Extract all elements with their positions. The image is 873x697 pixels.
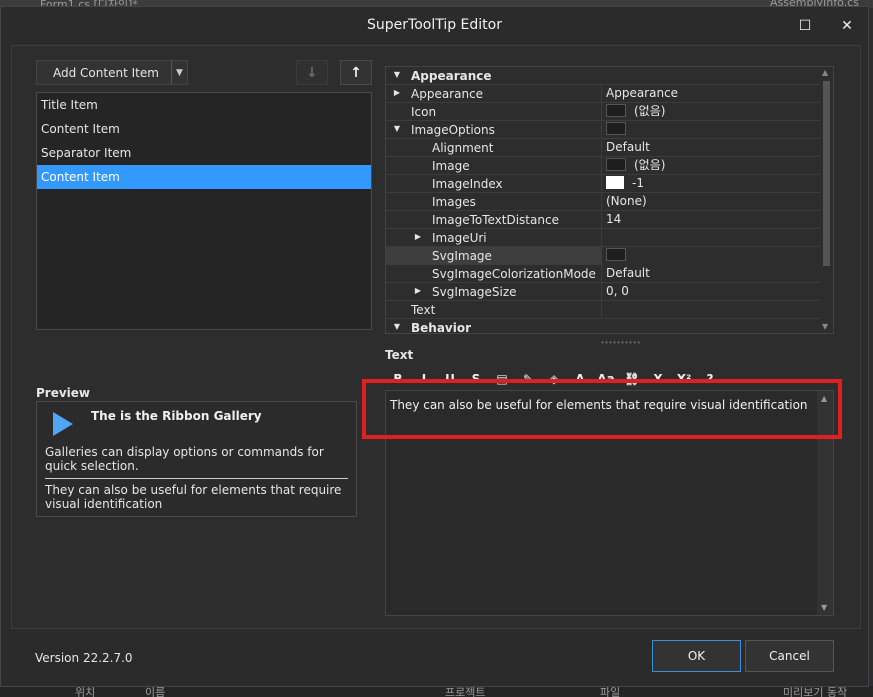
property-value[interactable]: Default	[601, 265, 821, 283]
property-row[interactable]: Alignment Default	[386, 139, 821, 157]
editor-content-panel: Add Content Item ▼ ↓ ↑ Title Item Content…	[11, 45, 861, 629]
property-grid-scrollbar[interactable]: ▲ ▼	[820, 67, 833, 333]
close-button[interactable]: ✕	[835, 15, 859, 37]
color-swatch	[606, 158, 626, 171]
preview-content: Galleries can display options or command…	[45, 445, 324, 473]
list-item[interactable]: Content Item	[37, 165, 371, 189]
color-swatch	[606, 104, 626, 117]
property-name: Appearance	[411, 69, 492, 83]
preview-separator	[45, 478, 348, 479]
property-value[interactable]: -1	[601, 175, 821, 193]
move-up-button[interactable]: ↑	[340, 60, 372, 85]
property-row[interactable]: ▶ SvgImageSize 0, 0	[386, 283, 821, 301]
property-row[interactable]: Image (없음)	[386, 157, 821, 175]
property-name: ImageIndex	[432, 177, 503, 191]
supertooltip-editor-dialog: SuperToolTip Editor ☐ ✕ Add Content Item…	[0, 6, 869, 687]
property-value-text: (None)	[606, 194, 647, 208]
collapse-icon[interactable]: ▼	[392, 322, 402, 331]
property-value[interactable]: Appearance	[601, 85, 821, 103]
list-item[interactable]: Content Item	[37, 117, 371, 141]
property-name: ImageOptions	[411, 123, 495, 137]
expand-icon[interactable]: ▶	[413, 232, 423, 241]
property-value[interactable]	[601, 121, 821, 139]
property-value[interactable]	[601, 301, 821, 319]
color-swatch	[606, 122, 626, 135]
property-name: ImageToTextDistance	[432, 213, 559, 227]
property-row[interactable]: ImageToTextDistance 14	[386, 211, 821, 229]
property-value-text: 0, 0	[606, 284, 629, 298]
property-value[interactable]: (없음)	[601, 157, 821, 175]
property-name: ImageUri	[432, 231, 487, 245]
property-row[interactable]: ▶ Appearance Appearance	[386, 85, 821, 103]
expand-icon[interactable]: ▶	[413, 286, 423, 295]
property-category-row[interactable]: ▼ Appearance	[386, 67, 821, 85]
property-row[interactable]: Images (None)	[386, 193, 821, 211]
scroll-down-icon[interactable]: ▼	[821, 603, 827, 612]
property-grid[interactable]: ▼ Appearance ▶ Appearance Appearance Icon (없음)…	[385, 66, 834, 334]
add-content-item-button[interactable]: Add Content Item ▼	[36, 60, 188, 85]
property-row[interactable]: ▼ ImageOptions	[386, 121, 821, 139]
ok-button[interactable]: OK	[652, 640, 741, 672]
property-value[interactable]: 14	[601, 211, 821, 229]
preview-content-2: They can also be useful for elements tha…	[45, 483, 342, 511]
color-swatch	[606, 248, 626, 261]
property-name: Text	[411, 303, 436, 317]
property-name: Alignment	[432, 141, 494, 155]
property-value[interactable]: Default	[601, 139, 821, 157]
ide-bottom-strip: 위치 이름 프로젝트 파일 미리보기 동작	[0, 686, 873, 697]
cancel-button[interactable]: Cancel	[745, 640, 834, 672]
property-value-text: Default	[606, 140, 650, 154]
tooltip-preview: The is the Ribbon Gallery Galleries can …	[36, 401, 357, 517]
preview-title: The is the Ribbon Gallery	[91, 409, 262, 423]
property-row[interactable]: ImageIndex -1	[386, 175, 821, 193]
property-value-text: Appearance	[606, 86, 679, 100]
text-section-label: Text	[385, 348, 414, 362]
property-name: Images	[432, 195, 476, 209]
title-bar[interactable]: SuperToolTip Editor ☐ ✕	[1, 7, 868, 43]
color-swatch	[606, 176, 624, 189]
dropdown-arrow-icon[interactable]: ▼	[172, 68, 187, 78]
play-icon	[53, 412, 73, 436]
scroll-down-icon[interactable]: ▼	[822, 322, 828, 331]
property-value-text: Default	[606, 266, 650, 280]
property-value-text: 14	[606, 212, 622, 226]
horizontal-splitter-grip[interactable]: ∙∙∙∙∙∙∙∙∙∙	[600, 338, 641, 347]
version-label: Version 22.2.7.0	[35, 651, 133, 665]
content-item-list[interactable]: Title Item Content Item Separator Item Cont…	[36, 92, 372, 330]
collapse-icon[interactable]: ▼	[392, 124, 402, 133]
property-value[interactable]: (없음)	[601, 103, 821, 121]
list-item[interactable]: Separator Item	[37, 141, 371, 165]
list-item[interactable]: Title Item	[37, 93, 371, 117]
property-value[interactable]	[601, 247, 821, 265]
property-row[interactable]: SvgImage	[386, 247, 821, 265]
property-name: Behavior	[411, 321, 472, 334]
property-value-text: -1	[632, 176, 644, 190]
property-value[interactable]: (None)	[601, 193, 821, 211]
move-down-button[interactable]: ↓	[296, 60, 328, 85]
maximize-button[interactable]: ☐	[793, 15, 817, 37]
collapse-icon[interactable]: ▼	[392, 70, 402, 79]
window-title: SuperToolTip Editor	[367, 17, 502, 33]
property-value-text: (없음)	[634, 158, 666, 172]
property-name: Image	[432, 159, 470, 173]
scroll-up-icon[interactable]: ▲	[822, 68, 828, 77]
property-name: Icon	[411, 105, 437, 119]
property-value[interactable]	[601, 229, 821, 247]
property-row[interactable]: SvgImageColorizationMode Default	[386, 265, 821, 283]
property-value[interactable]: 0, 0	[601, 283, 821, 301]
preview-label: Preview	[36, 386, 91, 400]
property-row[interactable]: Icon (없음)	[386, 103, 821, 121]
property-value-text: (없음)	[634, 104, 666, 118]
property-category-row[interactable]: ▼ Behavior	[386, 319, 821, 334]
add-content-item-label: Add Content Item	[53, 65, 159, 80]
property-row[interactable]: Text	[386, 301, 821, 319]
property-name: SvgImageSize	[432, 285, 517, 299]
property-name: Appearance	[411, 87, 484, 101]
property-name: SvgImage	[432, 249, 492, 263]
scroll-thumb[interactable]	[823, 81, 830, 266]
property-name: SvgImageColorizationMode	[432, 267, 596, 281]
expand-icon[interactable]: ▶	[392, 88, 402, 97]
annotation-highlight-box	[362, 379, 842, 439]
property-row[interactable]: ▶ ImageUri	[386, 229, 821, 247]
